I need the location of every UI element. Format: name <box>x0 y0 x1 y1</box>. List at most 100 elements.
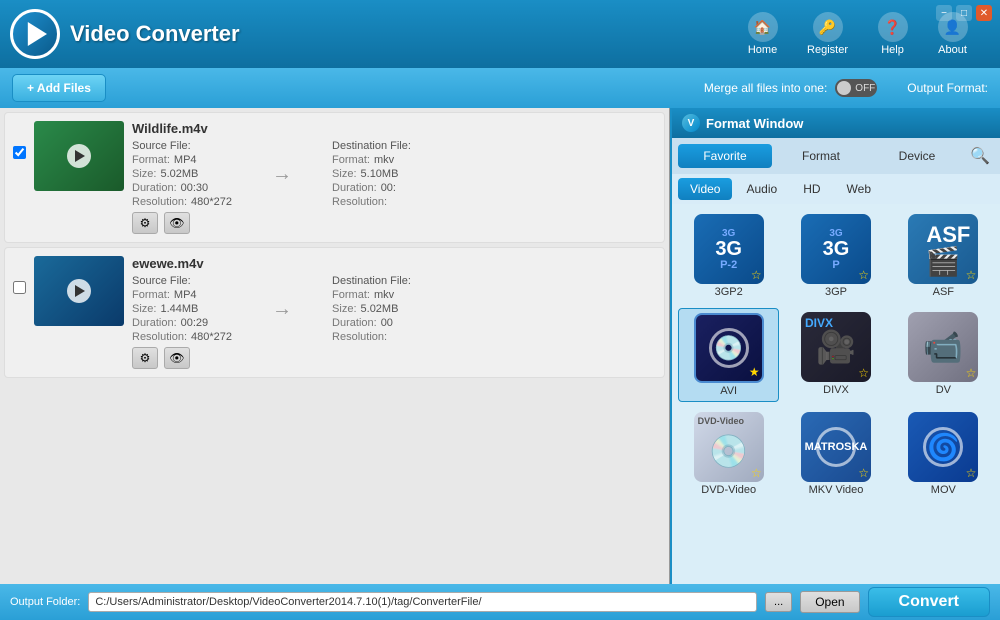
arrow-1: → <box>262 275 302 343</box>
source-duration-0: Duration: 00:30 <box>132 182 232 194</box>
settings-button-0[interactable]: ⚙ <box>132 212 158 234</box>
source-meta-1: Source File: Format: MP4 Size: 1.44MB Du… <box>132 275 232 343</box>
subtab-web[interactable]: Web <box>835 178 883 200</box>
format-item-mov[interactable]: 🌀 ☆ MOV <box>893 408 994 500</box>
main-area: Wildlife.m4v Source File: Format: MP4 Si… <box>0 108 1000 584</box>
file-meta-0: Source File: Format: MP4 Size: 5.02MB Du… <box>132 140 656 208</box>
format-titlebar: V Format Window <box>672 108 1000 138</box>
format-icon-3gp: 3G 3G P ☆ <box>801 214 871 284</box>
source-size-val-0: 5.02MB <box>160 168 198 180</box>
source-label-0: Source File: <box>132 140 232 152</box>
file-checkbox-0[interactable] <box>13 146 26 159</box>
register-icon: 🔑 <box>813 12 843 42</box>
tab-favorite[interactable]: Favorite <box>678 144 772 168</box>
mkv-inner-circle: MATROSKA <box>816 427 856 467</box>
format-item-avi[interactable]: 💿 ★ AVI <box>678 308 779 402</box>
format-item-dv[interactable]: 📹 ☆ DV <box>893 308 994 402</box>
source-resolution-0: Resolution: 480*272 <box>132 196 232 208</box>
toggle-state-label: OFF <box>855 83 875 94</box>
play-icon-1 <box>67 279 91 303</box>
format-label-asf: ASF <box>933 286 954 298</box>
subtab-hd[interactable]: HD <box>791 178 832 200</box>
settings-button-1[interactable]: ⚙ <box>132 347 158 369</box>
format-icon-mov: 🌀 ☆ <box>908 412 978 482</box>
toolbar: + Add Files Merge all files into one: OF… <box>0 68 1000 108</box>
format-item-asf[interactable]: ASF 🎬 ☆ ASF <box>893 210 994 302</box>
preview-button-1[interactable]: 👁 <box>164 347 190 369</box>
file-name-0: Wildlife.m4v <box>132 121 656 136</box>
dest-meta-1: Destination File: Format: mkv Size: 5.02… <box>332 275 411 343</box>
minimize-button[interactable]: − <box>936 5 952 21</box>
format-item-dvd[interactable]: DVD-Video 💿 ☆ DVD-Video <box>678 408 779 500</box>
window-controls: − □ ✕ <box>936 5 992 21</box>
format-item-3gp2[interactable]: 3G 3G P-2 ☆ 3GP2 <box>678 210 779 302</box>
add-files-button[interactable]: + Add Files <box>12 74 106 102</box>
tab-format[interactable]: Format <box>774 144 868 168</box>
browse-button[interactable]: ... <box>765 592 792 612</box>
app-title: Video Converter <box>70 21 735 47</box>
file-info-0: Wildlife.m4v Source File: Format: MP4 Si… <box>132 121 656 234</box>
file-item-1: ewewe.m4v Source File: Format: MP4 Size:… <box>4 247 665 378</box>
format-grid: 3G 3G P-2 ☆ 3GP2 3G 3G P <box>678 210 994 500</box>
merge-toggle[interactable]: OFF <box>835 79 877 97</box>
star-badge-avi: ★ <box>749 365 760 379</box>
convert-button[interactable]: Convert <box>868 587 990 617</box>
tab-device[interactable]: Device <box>870 144 964 168</box>
arrow-0: → <box>262 140 302 208</box>
format-logo: V <box>682 114 700 132</box>
format-item-3gp[interactable]: 3G 3G P ☆ 3GP <box>785 210 886 302</box>
nav-home[interactable]: 🏠 Home <box>735 6 790 62</box>
file-thumbnail-0 <box>34 121 124 191</box>
nav-help[interactable]: ❓ Help <box>865 6 920 62</box>
file-checkbox-1[interactable] <box>13 281 26 294</box>
preview-button-0[interactable]: 👁 <box>164 212 190 234</box>
subtab-audio[interactable]: Audio <box>734 178 789 200</box>
file-actions-1: ⚙ 👁 <box>132 347 656 369</box>
star-badge-divx: ☆ <box>858 366 869 380</box>
star-badge-mov: ☆ <box>966 466 977 480</box>
nav-register[interactable]: 🔑 Register <box>795 6 860 62</box>
format-icon-divx: 🎥 DIVX ☆ <box>801 312 871 382</box>
format-icon-asf: ASF 🎬 ☆ <box>908 214 978 284</box>
source-size-0: Size: 5.02MB <box>132 168 232 180</box>
output-path-display: C:/Users/Administrator/Desktop/VideoConv… <box>88 592 757 612</box>
format-icon-mkv: MATROSKA ☆ <box>801 412 871 482</box>
format-label-dvd: DVD-Video <box>701 484 756 496</box>
app-logo-play <box>23 22 47 46</box>
open-button[interactable]: Open <box>800 591 859 613</box>
format-icon-dv: 📹 ☆ <box>908 312 978 382</box>
source-format-0: Format: MP4 <box>132 154 232 166</box>
format-grid-area: 3G 3G P-2 ☆ 3GP2 3G 3G P <box>672 204 1000 584</box>
format-label-avi: AVI <box>720 385 737 397</box>
subtab-video[interactable]: Video <box>678 178 732 200</box>
file-thumbnail-1 <box>34 256 124 326</box>
star-badge-3gp: ☆ <box>858 268 869 282</box>
format-label-divx: DIVX <box>823 384 849 396</box>
output-format-label: Output Format: <box>907 81 988 95</box>
mov-inner-circle: 🌀 <box>923 427 963 467</box>
home-icon: 🏠 <box>748 12 778 42</box>
file-item-0: Wildlife.m4v Source File: Format: MP4 Si… <box>4 112 665 243</box>
app-logo <box>10 9 60 59</box>
format-label-dv: DV <box>936 384 951 396</box>
avi-inner-circle: 💿 <box>709 328 749 368</box>
toggle-knob <box>837 81 851 95</box>
restore-button[interactable]: □ <box>956 5 972 21</box>
format-item-divx[interactable]: 🎥 DIVX ☆ DIVX <box>785 308 886 402</box>
file-name-1: ewewe.m4v <box>132 256 656 271</box>
merge-label: Merge all files into one: <box>704 81 827 95</box>
format-label-mkv: MKV Video <box>809 484 864 496</box>
format-icon-avi: 💿 ★ <box>694 313 764 383</box>
format-item-mkv[interactable]: MATROSKA ☆ MKV Video <box>785 408 886 500</box>
search-button[interactable]: 🔍 <box>966 142 994 170</box>
format-label-3gp: 3GP <box>825 286 847 298</box>
file-info-1: ewewe.m4v Source File: Format: MP4 Size:… <box>132 256 656 369</box>
help-icon: ❓ <box>878 12 908 42</box>
format-label-mov: MOV <box>931 484 956 496</box>
close-button[interactable]: ✕ <box>976 5 992 21</box>
star-badge-dv: ☆ <box>966 366 977 380</box>
source-meta-0: Source File: Format: MP4 Size: 5.02MB Du… <box>132 140 232 208</box>
file-list: Wildlife.m4v Source File: Format: MP4 Si… <box>0 108 670 584</box>
format-window: V Format Window Favorite Format Device 🔍… <box>670 108 1000 584</box>
file-meta-1: Source File: Format: MP4 Size: 1.44MB Du… <box>132 275 656 343</box>
